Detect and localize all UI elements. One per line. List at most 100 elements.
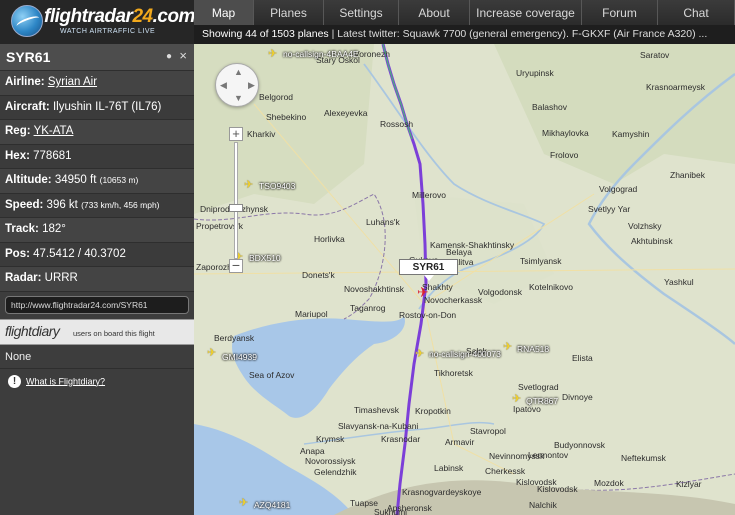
- detail-row: Aircraft: Ilyushin IL-76T (IL76): [0, 95, 194, 120]
- detail-label: Radar:: [5, 272, 42, 284]
- city-label: Stavropol: [470, 426, 506, 436]
- plane-callsign-label[interactable]: no-callsign-400073: [429, 349, 501, 359]
- city-label: Krasnodar: [381, 434, 421, 444]
- detail-value: URRR: [44, 272, 78, 284]
- city-label: Frolovo: [550, 150, 579, 160]
- city-label: Yashkul: [664, 277, 694, 287]
- flight-details: Airline: Syrian Air Aircraft: Ilyushin IL…: [0, 71, 194, 292]
- detail-row: Track: 182°: [0, 218, 194, 243]
- tab-planes[interactable]: Planes: [254, 0, 324, 25]
- pan-up-icon[interactable]: ▲: [234, 67, 243, 77]
- plane-icon[interactable]: ✈: [244, 178, 253, 191]
- twitter-ticker[interactable]: Latest twitter: Squawk 7700 (general eme…: [337, 28, 707, 40]
- city-label: Krasnogvardeyskoye: [402, 487, 482, 497]
- detail-label: Track:: [5, 223, 39, 235]
- city-label: Novoshakhtinsk: [344, 284, 405, 294]
- tab-about[interactable]: About: [399, 0, 470, 25]
- flight-callsign: SYR61: [6, 49, 51, 65]
- status-separator: |: [331, 28, 335, 40]
- city-label: Alexeyevka: [324, 108, 368, 118]
- city-label: Slavyansk-na-Kubani: [338, 421, 419, 431]
- city-label: Sea of Azov: [249, 370, 295, 380]
- flight-header: SYR61 ● ×: [0, 44, 194, 71]
- tab-increase-coverage[interactable]: Increase coverage: [470, 0, 582, 25]
- detail-value[interactable]: Syrian Air: [48, 76, 97, 88]
- detail-value-secondary: (733 km/h, 456 mph): [81, 199, 160, 210]
- city-label: Budyonnovsk: [554, 440, 606, 450]
- pin-dot-icon[interactable]: ●: [166, 51, 172, 62]
- city-label: Kropotkin: [415, 406, 451, 416]
- plane-icon[interactable]: ✈: [207, 346, 216, 359]
- detail-label: Altitude:: [5, 174, 52, 186]
- plane-icon[interactable]: ✈: [239, 496, 248, 509]
- flightdiary-logo[interactable]: flightdiary: [5, 323, 60, 339]
- zoom-in-button[interactable]: +: [229, 127, 243, 141]
- city-label: Uryupinsk: [516, 68, 554, 78]
- detail-value: Ilyushin IL-76T (IL76): [52, 100, 162, 113]
- detail-row: Altitude: 34950 ft (10653 m): [0, 169, 194, 194]
- app-window: flightradar24.com WATCH AIRTRAFFIC LIVE …: [0, 0, 735, 515]
- detail-label: Aircraft:: [5, 100, 50, 113]
- flightdiary-help-link[interactable]: What is Flightdiary?: [26, 376, 105, 386]
- pan-right-icon[interactable]: ▶: [248, 80, 255, 91]
- city-label: Horlivka: [314, 234, 345, 244]
- detail-label: Pos:: [5, 247, 30, 260]
- city-label: Balashov: [532, 102, 567, 112]
- city-label: Saratov: [640, 50, 670, 60]
- main-nav: Map Planes Settings About Increase coverage F…: [194, 0, 735, 25]
- map-canvas[interactable]: Voronezh Saratov Stary Oskol Belgorod Alexey…: [194, 44, 735, 515]
- plane-callsign-label[interactable]: GMI4939: [222, 352, 257, 362]
- city-label: Gelendzhik: [314, 467, 357, 477]
- detail-value: 182°: [42, 223, 66, 235]
- selected-flight-label[interactable]: SYR61: [399, 259, 458, 281]
- city-label: Mozdok: [594, 478, 624, 488]
- flight-info-panel: flightradar24.com WATCH AIRTRAFFIC LIVE …: [0, 0, 195, 515]
- detail-value: 778681: [33, 149, 72, 162]
- tab-forum[interactable]: Forum: [582, 0, 658, 25]
- pan-left-icon[interactable]: ◀: [220, 80, 227, 91]
- city-label: Krasnoarmeysk: [646, 82, 706, 92]
- plane-icon[interactable]: ✈: [512, 392, 521, 405]
- city-label: Novorossiysk: [305, 456, 356, 466]
- city-label: Kharkiv: [247, 129, 276, 139]
- city-label: Divnoye: [562, 392, 593, 402]
- city-label: Nalchik: [529, 500, 557, 510]
- zoom-slider-handle[interactable]: [229, 204, 243, 212]
- detail-value: 34950 ft: [54, 174, 97, 186]
- plane-callsign-label[interactable]: RNA518: [517, 344, 549, 354]
- close-icon[interactable]: ×: [179, 48, 187, 63]
- flight-url-field[interactable]: http://www.flightradar24.com/SYR61: [5, 295, 189, 314]
- city-label: Donets'k: [302, 270, 335, 280]
- detail-label: Airline:: [5, 76, 45, 88]
- plane-icon[interactable]: ✈: [268, 47, 277, 60]
- plane-callsign-label[interactable]: AZQ4181: [254, 500, 290, 510]
- plane-icon[interactable]: ✈: [503, 340, 512, 353]
- plane-callsign-label[interactable]: BDX510: [249, 253, 281, 263]
- plane-callsign-label[interactable]: no-callsign-4BAA4E: [283, 49, 359, 59]
- tab-map[interactable]: Map: [194, 0, 254, 25]
- city-label: Mikhaylovka: [542, 128, 589, 138]
- status-bar: Showing 44 of 1503 planes | Latest twitt…: [194, 25, 735, 44]
- tab-settings[interactable]: Settings: [324, 0, 399, 25]
- detail-value: 47.5412 / 40.3702: [33, 247, 126, 260]
- flightdiary-bar: flightdiary users on board this flight: [0, 318, 194, 345]
- zoom-out-button[interactable]: −: [229, 258, 243, 273]
- selected-plane-icon[interactable]: ✈: [417, 284, 429, 301]
- city-label: Kamensk-Shakhtinsky: [430, 240, 515, 250]
- tab-chat[interactable]: Chat: [658, 0, 735, 25]
- plane-callsign-label[interactable]: QTR867: [526, 396, 558, 406]
- zoom-slider[interactable]: [234, 142, 238, 259]
- city-label: Zaporozh: [196, 262, 232, 272]
- city-label: Svetlograd: [518, 382, 559, 392]
- pan-down-icon[interactable]: ▼: [234, 93, 243, 103]
- detail-row: Hex: 778681: [0, 144, 194, 169]
- plane-icon[interactable]: ✈: [415, 347, 424, 360]
- logo[interactable]: flightradar24.com WATCH AIRTRAFFIC LIVE: [0, 0, 195, 44]
- plane-callsign-label[interactable]: TSO9403: [259, 181, 295, 191]
- city-label: Akhtubinsk: [631, 236, 673, 246]
- city-label: Rostov-on-Don: [399, 310, 457, 320]
- city-label: Cherkessk: [485, 466, 526, 476]
- detail-value[interactable]: YK-ATA: [34, 125, 74, 137]
- pan-control[interactable]: ▲ ◀ ▶ ▼: [215, 63, 259, 107]
- city-label: Zhanibek: [670, 170, 705, 180]
